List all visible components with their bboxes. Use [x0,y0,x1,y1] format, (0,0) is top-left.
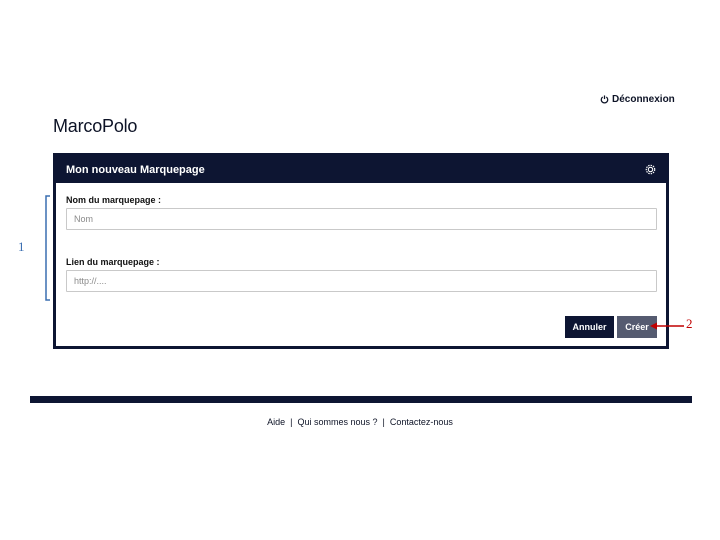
annotation-marker-2: 2 [686,316,693,331]
link-field-label: Lien du marquepage : [66,257,160,267]
logout-link[interactable]: Déconnexion [600,94,675,105]
site-title: MarcoPolo [53,116,138,136]
footer-separator: | [382,417,385,427]
about-link[interactable]: Qui sommes nous ? [297,417,377,427]
name-field-label: Nom du marquepage : [66,195,162,205]
footer-links: Aide | Qui sommes nous ? | Contactez-nous [0,417,720,427]
power-icon [600,95,609,104]
logout-label: Déconnexion [612,94,675,105]
bookmark-dialog: Mon nouveau Marquepage Nom du marquepage… [53,153,669,349]
help-link[interactable]: Aide [267,417,285,427]
footer-separator: | [290,417,293,427]
cancel-button[interactable]: Annuler [565,316,614,338]
name-input[interactable] [66,208,657,230]
dialog-header: Mon nouveau Marquepage [56,156,666,183]
dialog-title: Mon nouveau Marquepage [66,163,205,176]
fields-bracket [45,195,50,301]
footer-divider [30,396,692,403]
contact-link[interactable]: Contactez-nous [390,417,453,427]
annotation-marker-1: 1 [18,239,25,254]
create-button[interactable]: Créer [617,316,657,338]
link-input[interactable] [66,270,657,292]
settings-icon[interactable] [645,164,656,175]
